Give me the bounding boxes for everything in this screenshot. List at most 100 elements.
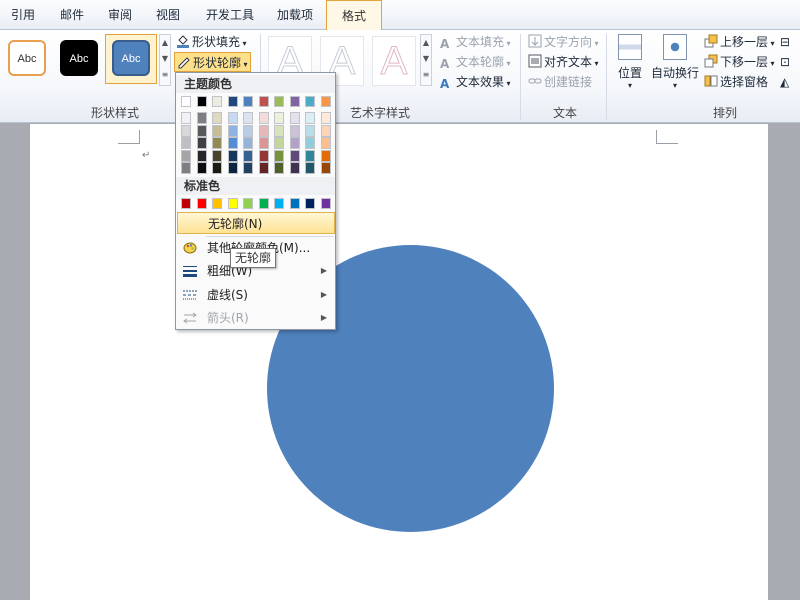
text-effect-button[interactable]: A 文本效果 ▾ [440, 72, 511, 92]
theme-shade-swatch[interactable] [305, 124, 315, 137]
theme-shade-swatch[interactable] [212, 162, 222, 174]
shape-style-scroll[interactable]: ▲ ▼ ≡ [159, 34, 171, 86]
theme-shade-swatch[interactable] [258, 162, 269, 174]
theme-shade-swatch[interactable] [181, 124, 191, 137]
standard-color-swatch[interactable] [305, 198, 315, 209]
group-objects-icon[interactable]: ⊡ [780, 52, 790, 72]
theme-shade-swatch[interactable] [258, 124, 269, 137]
theme-color-swatch[interactable] [258, 96, 269, 107]
theme-color-swatch[interactable] [274, 96, 284, 107]
theme-shade-swatch[interactable] [181, 149, 191, 162]
wordart-style-3[interactable]: A [372, 36, 416, 86]
tab-review[interactable]: 审阅 [100, 4, 140, 28]
theme-shade-swatch[interactable] [227, 124, 238, 137]
theme-shade-swatch[interactable] [258, 149, 269, 162]
theme-shade-swatch[interactable] [274, 137, 284, 149]
shape-style-thumb-2[interactable]: Abc [60, 40, 98, 76]
theme-shade-swatch[interactable] [274, 162, 284, 174]
theme-shade-swatch[interactable] [258, 137, 269, 149]
theme-shade-swatch[interactable] [243, 112, 253, 124]
theme-shade-swatch[interactable] [320, 162, 331, 174]
shape-outline-button[interactable]: 形状轮廓 ▾ [174, 52, 251, 72]
tab-format[interactable]: 格式 [326, 0, 382, 31]
tab-addins[interactable]: 加载项 [268, 4, 322, 28]
theme-shade-swatch[interactable] [243, 124, 253, 137]
align-objects-icon[interactable]: ⊟ [780, 32, 790, 52]
theme-shade-swatch[interactable] [320, 112, 331, 124]
theme-color-swatch[interactable] [196, 96, 207, 107]
dashes-item[interactable]: 虚线(S) ▶ [177, 284, 335, 306]
theme-shade-swatch[interactable] [196, 112, 207, 124]
theme-shade-swatch[interactable] [305, 149, 315, 162]
theme-shade-swatch[interactable] [196, 149, 207, 162]
theme-shade-swatch[interactable] [258, 112, 269, 124]
standard-color-swatch[interactable] [196, 198, 207, 209]
theme-shade-swatch[interactable] [289, 112, 300, 124]
shape-fill-button[interactable]: 形状填充 ▾ [176, 32, 247, 52]
arrows-item[interactable]: 箭头(R) ▶ [177, 307, 335, 329]
tab-mailings[interactable]: 邮件 [52, 4, 92, 28]
align-text-button[interactable]: 对齐文本 ▾ [528, 52, 599, 72]
theme-shade-swatch[interactable] [320, 137, 331, 149]
theme-shade-swatch[interactable] [227, 112, 238, 124]
theme-color-swatch[interactable] [227, 96, 238, 107]
tab-developer[interactable]: 开发工具 [198, 4, 262, 28]
theme-shade-swatch[interactable] [196, 124, 207, 137]
theme-shade-swatch[interactable] [212, 124, 222, 137]
theme-shade-swatch[interactable] [289, 149, 300, 162]
wordart-scroll[interactable]: ▲ ▼ ≡ [420, 34, 432, 86]
theme-shade-swatch[interactable] [181, 137, 191, 149]
theme-color-swatch[interactable] [181, 96, 191, 107]
standard-color-swatch[interactable] [243, 198, 253, 209]
tab-references[interactable]: 引用 [4, 4, 42, 28]
theme-shade-swatch[interactable] [305, 112, 315, 124]
theme-color-swatch[interactable] [243, 96, 253, 107]
text-outline-button[interactable]: A 文本轮廓 ▾ [440, 52, 511, 72]
theme-color-swatch[interactable] [320, 96, 331, 107]
standard-color-swatch[interactable] [181, 198, 191, 209]
theme-shade-swatch[interactable] [289, 137, 300, 149]
rotate-objects-icon[interactable]: ◭ [780, 72, 789, 92]
theme-shade-swatch[interactable] [243, 137, 253, 149]
theme-shade-swatch[interactable] [274, 124, 284, 137]
theme-shade-swatch[interactable] [305, 137, 315, 149]
text-direction-button[interactable]: 文字方向 ▾ [528, 32, 599, 52]
no-outline-item[interactable]: 无轮廓(N) [177, 212, 335, 234]
bring-forward-button[interactable]: 上移一层 ▾ [704, 32, 775, 52]
theme-shade-swatch[interactable] [196, 137, 207, 149]
wrap-text-button[interactable]: 自动换行 ▾ [650, 34, 700, 90]
standard-color-swatch[interactable] [212, 198, 222, 209]
shape-style-thumb-3[interactable]: Abc [112, 40, 150, 76]
theme-shade-swatch[interactable] [212, 137, 222, 149]
theme-shade-swatch[interactable] [212, 149, 222, 162]
standard-color-swatch[interactable] [320, 198, 331, 209]
theme-shade-swatch[interactable] [181, 162, 191, 174]
theme-shade-swatch[interactable] [289, 162, 300, 174]
send-backward-button[interactable]: 下移一层 ▾ [704, 52, 775, 72]
theme-color-swatch[interactable] [289, 96, 300, 107]
create-link-button[interactable]: 创建链接 [528, 72, 592, 92]
theme-shade-swatch[interactable] [212, 112, 222, 124]
theme-color-swatch[interactable] [212, 96, 222, 107]
theme-shade-swatch[interactable] [227, 149, 238, 162]
standard-color-swatch[interactable] [258, 198, 269, 209]
theme-shade-swatch[interactable] [274, 149, 284, 162]
theme-shade-swatch[interactable] [181, 112, 191, 124]
theme-shade-swatch[interactable] [196, 162, 207, 174]
theme-shade-swatch[interactable] [320, 149, 331, 162]
standard-color-swatch[interactable] [289, 198, 300, 209]
theme-shade-swatch[interactable] [289, 124, 300, 137]
theme-shade-swatch[interactable] [320, 124, 331, 137]
theme-shade-swatch[interactable] [274, 112, 284, 124]
theme-shade-swatch[interactable] [243, 162, 253, 174]
standard-color-swatch[interactable] [274, 198, 284, 209]
theme-shade-swatch[interactable] [227, 162, 238, 174]
selection-pane-button[interactable]: 选择窗格 [704, 72, 768, 92]
theme-shade-swatch[interactable] [305, 162, 315, 174]
theme-shade-swatch[interactable] [243, 149, 253, 162]
shape-style-thumb-1[interactable]: Abc [8, 40, 46, 76]
standard-color-swatch[interactable] [227, 198, 238, 209]
text-fill-button[interactable]: A 文本填充 ▾ [440, 32, 511, 52]
position-button[interactable]: 位置 ▾ [612, 34, 648, 90]
tab-view[interactable]: 视图 [148, 4, 188, 28]
